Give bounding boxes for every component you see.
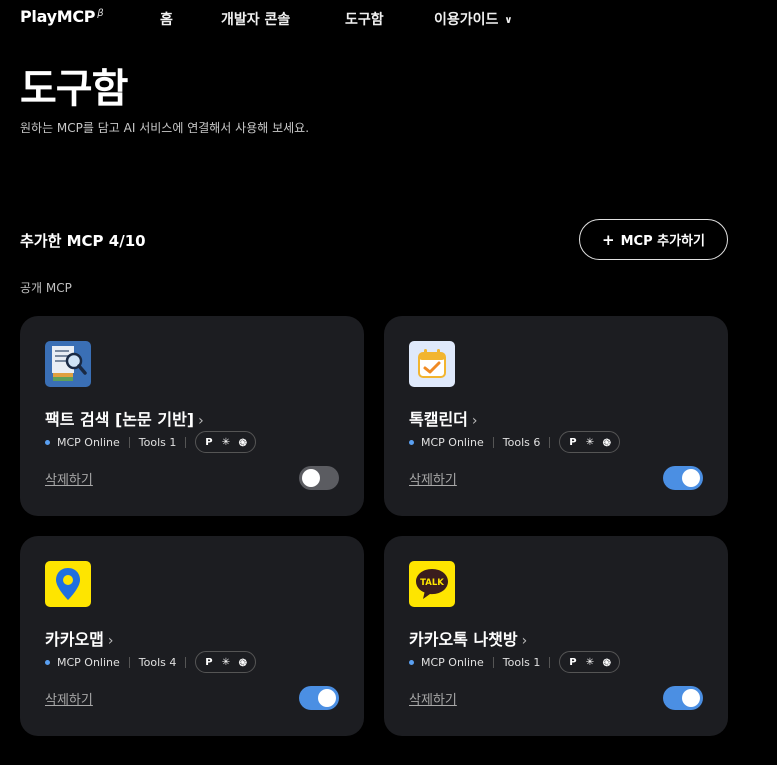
mcp-status: MCP Online: [57, 435, 120, 449]
client-claude-icon: ✳: [221, 436, 231, 448]
delete-link[interactable]: 삭제하기: [409, 689, 457, 708]
divider: [185, 436, 187, 448]
client-openai-icon: ֍: [602, 658, 611, 669]
enable-toggle[interactable]: [663, 686, 703, 710]
chevron-right-icon: ›: [198, 413, 204, 429]
toggle-knob: [682, 689, 700, 707]
top-nav: PlayMCP β 홈 개발자 콘솔 도구함 이용가이드 ∨: [0, 0, 777, 36]
add-mcp-label: MCP 추가하기: [620, 234, 705, 249]
mcp-name-link[interactable]: 카카오톡 나챗방 ›: [409, 626, 527, 650]
mcp-name: 팩트 검색 [논문 기반]: [45, 410, 195, 429]
mcp-name: 톡캘린더: [409, 410, 468, 429]
added-mcp-count: 추가한 MCP 4/10: [20, 232, 146, 250]
calendar-check-icon: [409, 341, 455, 387]
mcp-meta: MCP Online Tools 1 P ✳ ֍: [409, 651, 621, 673]
toggle-knob: [682, 469, 700, 487]
enable-toggle[interactable]: [663, 466, 703, 490]
talk-text: TALK: [420, 578, 444, 588]
nav-developer-console[interactable]: 개발자 콘솔: [221, 9, 290, 29]
chevron-right-icon: ›: [107, 633, 114, 649]
page-subtitle: 원하는 MCP를 담고 AI 서비스에 연결해서 사용해 보세요.: [20, 121, 310, 135]
mcp-name: 카카오톡 나챗방: [409, 630, 518, 649]
status-dot-icon: [45, 659, 50, 665]
mcp-name-link[interactable]: 카카오맵 ›: [45, 626, 114, 650]
status-dot-icon: [409, 439, 414, 445]
mcp-name-link[interactable]: 톡캘린더 ›: [409, 406, 478, 430]
tools-count: Tools 4: [138, 655, 177, 669]
tools-count: Tools 1: [502, 655, 541, 669]
kakaotalk-icon: TALK: [409, 561, 455, 607]
client-openai-icon: ֍: [238, 658, 247, 669]
enable-toggle[interactable]: [299, 466, 339, 490]
mcp-card: 카카오맵 › MCP Online Tools 4 P ✳ ֍ 삭제하기: [20, 536, 364, 736]
chevron-right-icon: ›: [471, 413, 478, 429]
chevron-right-icon: ›: [521, 633, 528, 649]
logo[interactable]: PlayMCP β: [20, 7, 104, 26]
client-badges: P ✳ ֍: [195, 431, 257, 453]
logo-text: PlayMCP: [20, 7, 96, 26]
client-badges: P ✳ ֍: [559, 431, 621, 453]
mcp-card: 톡캘린더 › MCP Online Tools 6 P ✳ ֍ 삭제하기: [384, 316, 728, 516]
client-p-icon: P: [569, 656, 577, 668]
plus-icon: +: [602, 230, 615, 249]
toggle-knob: [302, 469, 320, 487]
client-p-icon: P: [569, 436, 577, 448]
mcp-status: MCP Online: [421, 435, 484, 449]
nav-guide-label: 이용가이드: [434, 12, 499, 28]
client-claude-icon: ✳: [221, 656, 231, 668]
public-mcp-label: 공개 MCP: [20, 281, 72, 295]
logo-beta: β: [97, 7, 104, 19]
chevron-down-icon: ∨: [504, 15, 513, 26]
tools-count: Tools 1: [138, 435, 177, 449]
status-dot-icon: [409, 659, 414, 665]
enable-toggle[interactable]: [299, 686, 339, 710]
divider: [492, 656, 494, 668]
client-p-icon: P: [205, 436, 213, 448]
mcp-meta: MCP Online Tools 4 P ✳ ֍: [45, 651, 257, 673]
mcp-name: 카카오맵: [45, 630, 104, 649]
map-pin-icon: [45, 561, 91, 607]
nav-toolbox[interactable]: 도구함: [345, 9, 384, 29]
divider: [549, 656, 551, 668]
mcp-status: MCP Online: [421, 655, 484, 669]
client-claude-icon: ✳: [585, 436, 595, 448]
divider: [128, 436, 130, 448]
delete-link[interactable]: 삭제하기: [409, 469, 457, 488]
paper-search-icon: [45, 341, 91, 387]
client-openai-icon: ֍: [602, 438, 611, 449]
client-badges: P ✳ ֍: [195, 651, 257, 673]
delete-link[interactable]: 삭제하기: [45, 469, 93, 488]
page-title: 도구함: [20, 66, 128, 112]
client-p-icon: P: [205, 656, 213, 668]
nav-guide[interactable]: 이용가이드 ∨: [434, 9, 513, 29]
client-openai-icon: ֍: [238, 438, 247, 449]
divider: [492, 436, 494, 448]
status-dot-icon: [45, 439, 50, 445]
mcp-meta: MCP Online Tools 6 P ✳ ֍: [409, 431, 621, 453]
divider: [549, 436, 551, 448]
client-badges: P ✳ ֍: [559, 651, 621, 673]
toggle-knob: [318, 689, 336, 707]
nav-home[interactable]: 홈: [160, 9, 173, 29]
add-mcp-button[interactable]: + MCP 추가하기: [579, 219, 728, 260]
mcp-card: TALK 카카오톡 나챗방 › MCP Online Tools 1 P ✳ ֍ …: [384, 536, 728, 736]
divider: [185, 656, 187, 668]
tools-count: Tools 6: [502, 435, 541, 449]
client-claude-icon: ✳: [585, 656, 595, 668]
delete-link[interactable]: 삭제하기: [45, 689, 93, 708]
mcp-card: 팩트 검색 [논문 기반] › MCP Online Tools 1 P ✳ ֍ …: [20, 316, 364, 516]
mcp-status: MCP Online: [57, 655, 120, 669]
mcp-meta: MCP Online Tools 1 P ✳ ֍: [45, 431, 257, 453]
mcp-name-link[interactable]: 팩트 검색 [논문 기반] ›: [45, 406, 204, 430]
divider: [128, 656, 130, 668]
